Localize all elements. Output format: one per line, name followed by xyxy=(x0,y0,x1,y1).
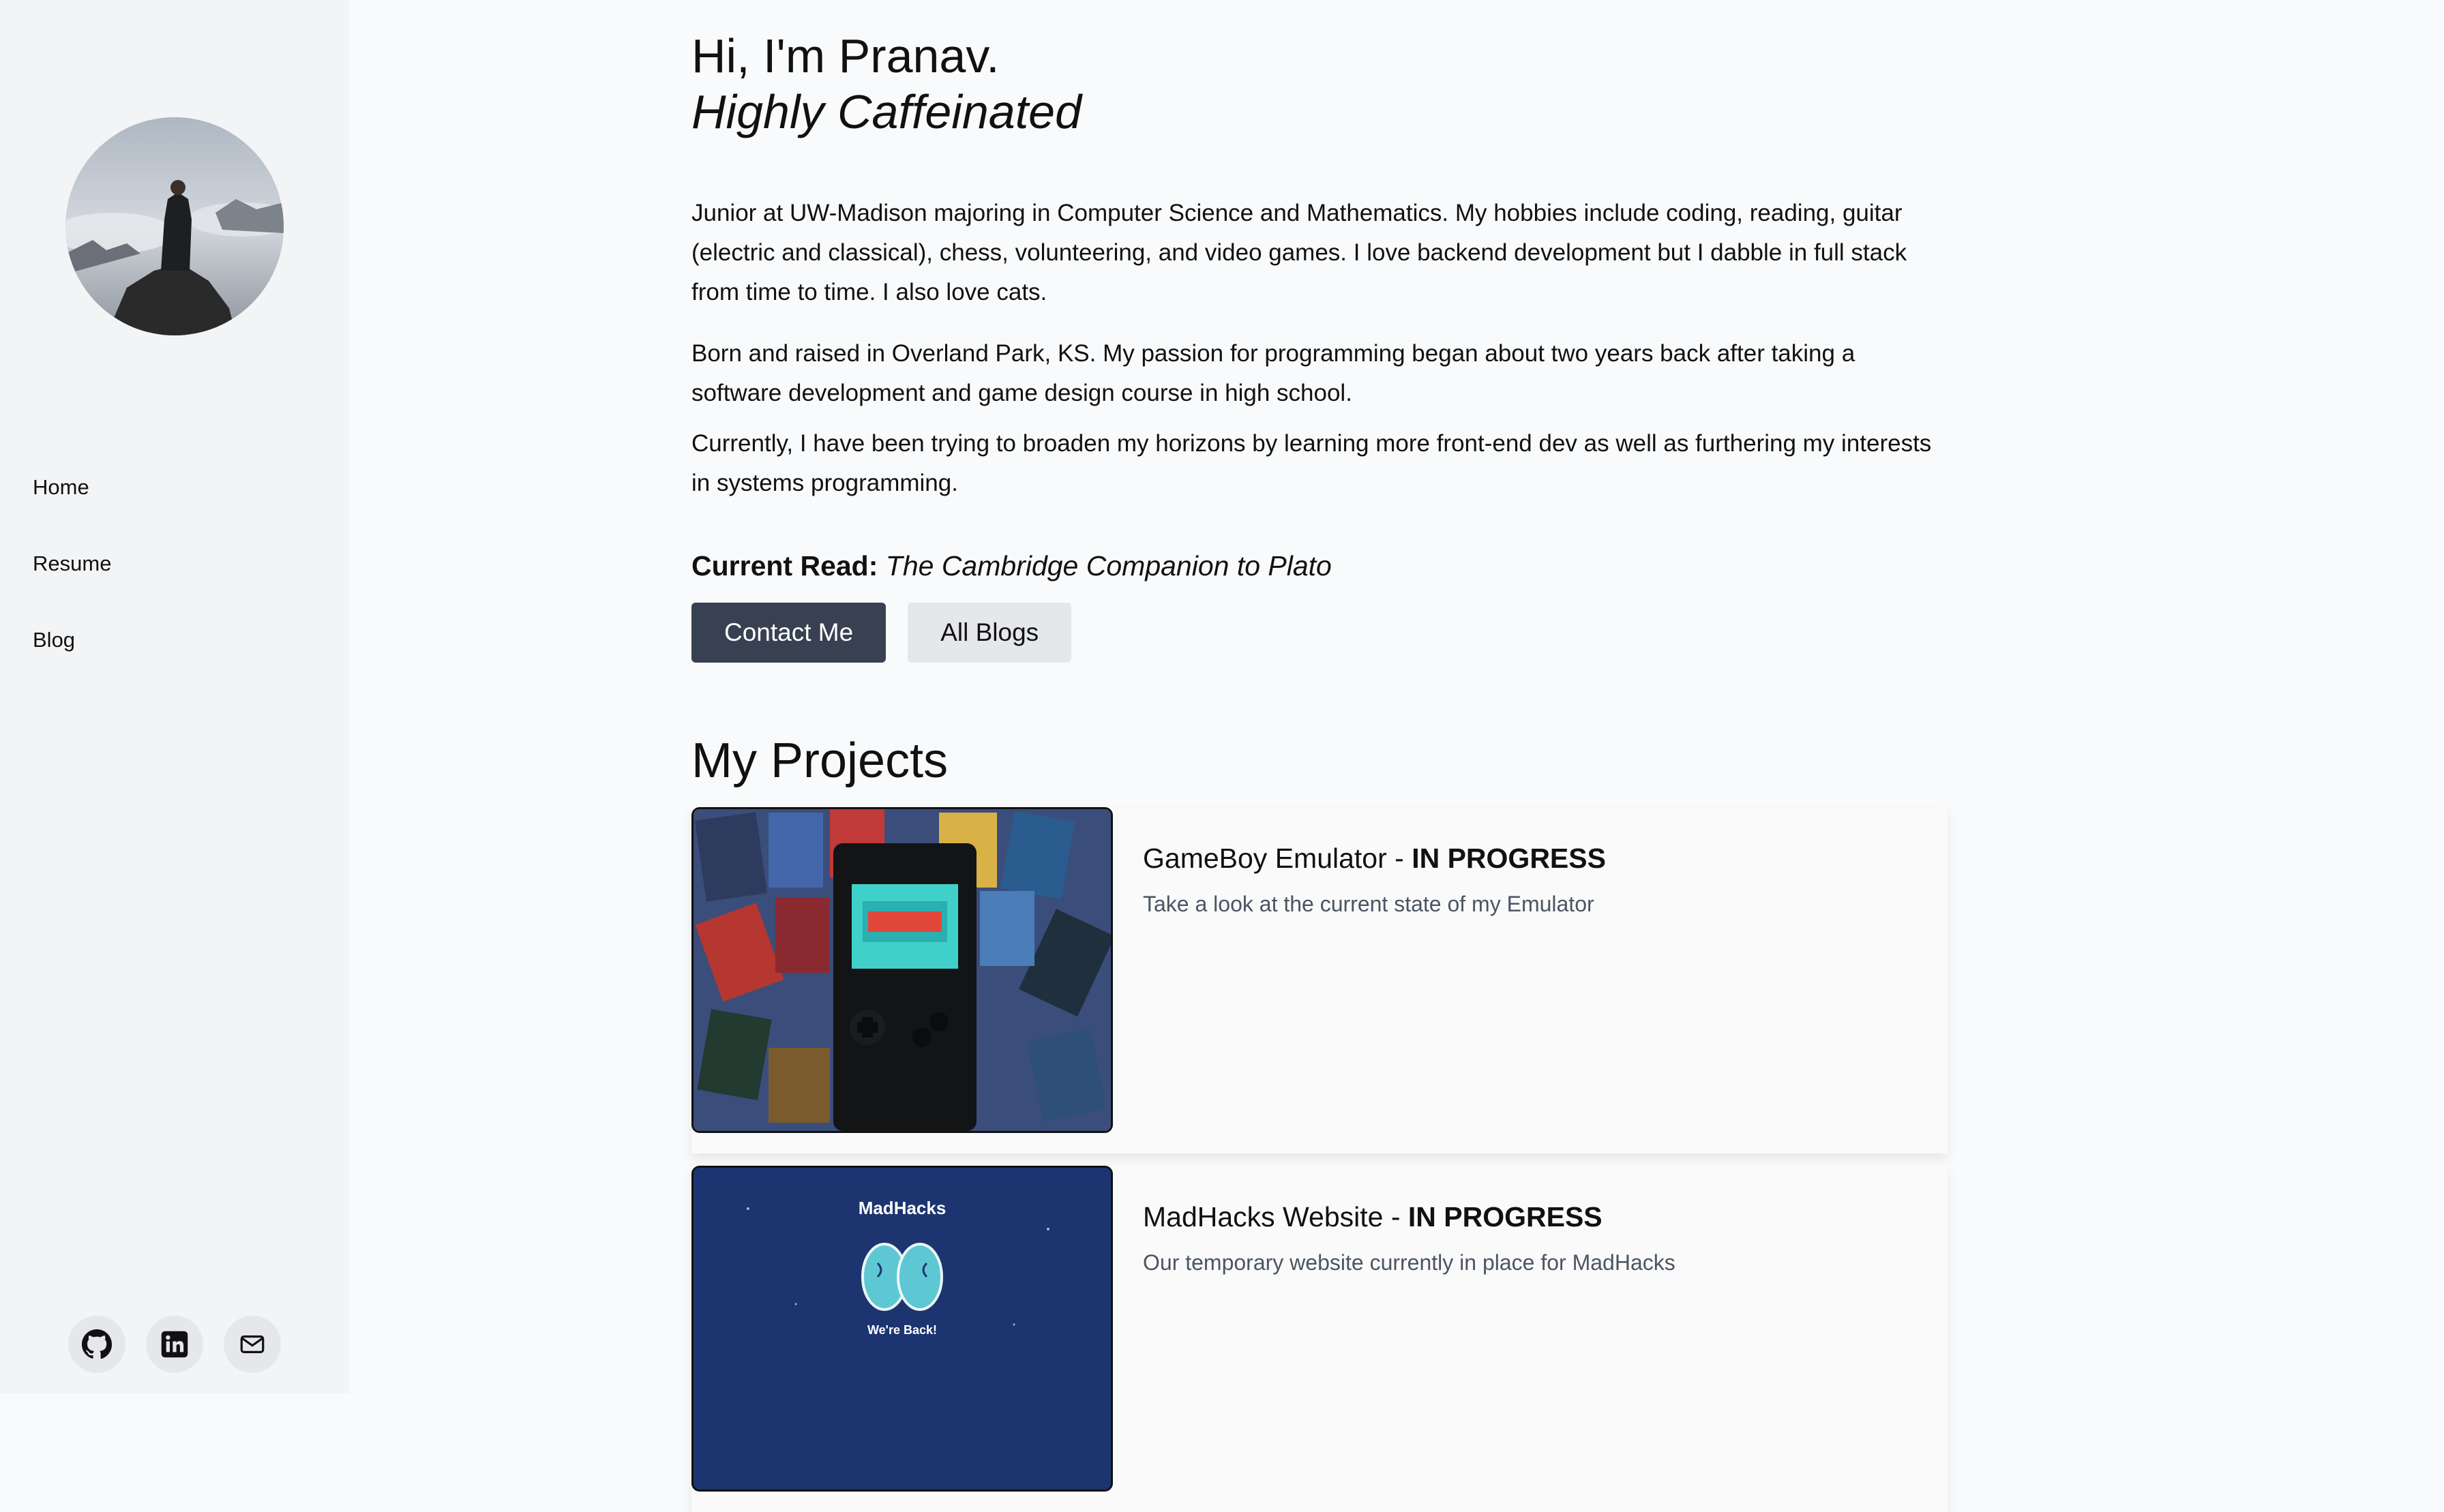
current-read-title: The Cambridge Companion to Plato xyxy=(885,550,1332,581)
linkedin-icon xyxy=(161,1331,188,1358)
social-links xyxy=(68,1316,281,1373)
madhacks-project-title[interactable]: MadHacks Website - IN PROGRESS xyxy=(1143,1201,1603,1233)
madhacks-project-description: Our temporary website currently in place… xyxy=(1143,1250,1675,1275)
avatar xyxy=(65,117,284,335)
greeting-heading: Hi, I'm Pranav. xyxy=(691,29,1000,82)
projects-heading: My Projects xyxy=(691,734,949,788)
linkedin-link[interactable] xyxy=(146,1316,203,1373)
bio-paragraph-1: Junior at UW-Madison majoring in Compute… xyxy=(691,200,1907,305)
gameboy-project-description: Take a look at the current state of my E… xyxy=(1143,892,1594,916)
email-link[interactable] xyxy=(224,1316,281,1373)
gameboy-project-title[interactable]: GameBoy Emulator - IN PROGRESS xyxy=(1143,843,1606,875)
avatar-image xyxy=(65,117,284,335)
madhacks-project-image: MadHacks We're Back! xyxy=(691,1166,1113,1492)
sidebar: Home Resume Blog xyxy=(0,0,349,1393)
gameboy-project-status: IN PROGRESS xyxy=(1412,843,1606,874)
gameboy-project-name: GameBoy Emulator - xyxy=(1143,843,1412,874)
project-card-gameboy[interactable]: GameBoy Emulator - IN PROGRESS Take a lo… xyxy=(691,807,1948,1153)
gameboy-project-image xyxy=(691,807,1113,1133)
bio-paragraph-2: Born and raised in Overland Park, KS. My… xyxy=(691,340,1856,406)
all-blogs-button[interactable]: All Blogs xyxy=(908,603,1072,663)
sidebar-nav: Home Resume Blog xyxy=(33,470,111,699)
tagline: Highly Caffeinated xyxy=(691,85,1082,138)
madhacks-project-name: MadHacks Website - xyxy=(1143,1201,1408,1233)
github-link[interactable] xyxy=(68,1316,125,1373)
madhacks-project-status: IN PROGRESS xyxy=(1407,1201,1603,1233)
bio-paragraph-3: Currently, I have been trying to broaden… xyxy=(691,430,1932,496)
nav-home-link[interactable]: Home xyxy=(33,470,111,547)
madhacks-image-heading: MadHacks xyxy=(858,1198,947,1218)
project-card-madhacks[interactable]: MadHacks We're Back! MadHacks Website - … xyxy=(691,1166,1948,1512)
nav-blog-link[interactable]: Blog xyxy=(33,623,111,699)
github-icon xyxy=(81,1329,113,1359)
hero-buttons: Contact Me All Blogs xyxy=(691,603,1948,663)
mail-icon xyxy=(240,1335,265,1353)
current-read: Current Read: The Cambridge Companion to… xyxy=(691,545,1948,586)
nav-resume-link[interactable]: Resume xyxy=(33,547,111,623)
madhacks-image-caption: We're Back! xyxy=(867,1323,937,1337)
contact-me-button[interactable]: Contact Me xyxy=(691,603,886,663)
main-content: Hi, I'm Pranav. Highly Caffeinated Junio… xyxy=(691,27,1948,1512)
current-read-label: Current Read: xyxy=(691,550,878,581)
